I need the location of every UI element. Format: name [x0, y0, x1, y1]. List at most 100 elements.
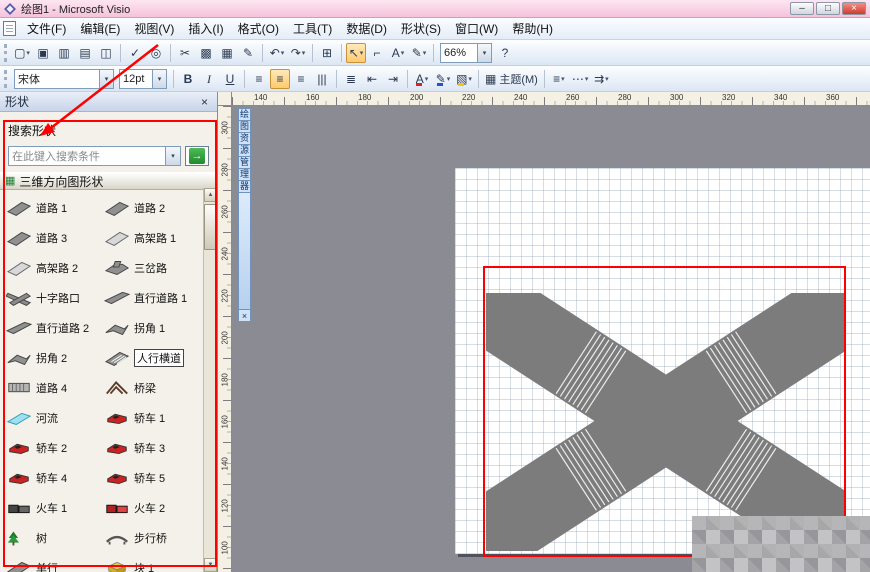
shape-list-scrollbar[interactable]: ▲ ▼ — [203, 188, 217, 572]
shape-item[interactable]: 轿车 1 — [103, 403, 201, 433]
shape-item[interactable]: 拐角 2 — [5, 343, 103, 373]
shape-item[interactable]: 单行 — [5, 553, 103, 572]
drawing-tools-button-dropdown-arrow-icon[interactable]: ▾ — [423, 49, 427, 57]
shape-item[interactable]: 火车 2 — [103, 493, 201, 523]
line-weight-button[interactable]: ≡▾ — [549, 69, 569, 89]
fill-color-button[interactable]: ▧▾ — [454, 69, 474, 89]
menu-item[interactable]: 工具(T) — [286, 18, 339, 39]
font-name-combo[interactable]: 宋体▾ — [14, 69, 114, 89]
font-color-button-dropdown-arrow-icon[interactable]: ▾ — [425, 75, 429, 83]
italic-button[interactable]: I — [199, 69, 219, 89]
line-weight-button-dropdown-arrow-icon[interactable]: ▾ — [561, 75, 565, 83]
open-button[interactable]: ▣ — [33, 43, 53, 63]
shapes-panel-close-icon[interactable]: × — [197, 94, 212, 109]
shape-item[interactable]: 桥梁 — [103, 373, 201, 403]
shape-item[interactable]: 高架路 2 — [5, 253, 103, 283]
undo-button-dropdown-arrow-icon[interactable]: ▾ — [281, 49, 285, 57]
scrollbar-thumb[interactable] — [204, 204, 217, 250]
drawing-tools-button[interactable]: ✎▾ — [409, 43, 429, 63]
font-size-combo[interactable]: 12pt▾ — [119, 69, 167, 89]
pointer-tool-button-dropdown-arrow-icon[interactable]: ▾ — [360, 49, 364, 57]
scroll-up-icon[interactable]: ▲ — [204, 188, 217, 202]
drawing-page[interactable] — [455, 168, 870, 554]
shape-item[interactable]: 轿车 2 — [5, 433, 103, 463]
menu-item[interactable]: 插入(I) — [181, 18, 230, 39]
drawing-window[interactable]: 绘图资源管理器 × — [232, 106, 870, 572]
maximize-button[interactable]: □ — [816, 2, 840, 15]
font-size-combo-dropdown-arrow-icon[interactable]: ▾ — [152, 70, 166, 88]
connector-tool-button[interactable]: ⌐ — [367, 43, 387, 63]
menu-item[interactable]: 形状(S) — [394, 18, 448, 39]
shape-item[interactable]: 步行桥 — [103, 523, 201, 553]
shape-item[interactable]: 道路 1 — [5, 193, 103, 223]
crossroad-shape-drawing[interactable] — [486, 293, 846, 551]
menu-item[interactable]: 编辑(E) — [73, 18, 127, 39]
line-color-button-dropdown-arrow-icon[interactable]: ▾ — [447, 75, 451, 83]
fill-color-button-dropdown-arrow-icon[interactable]: ▾ — [468, 75, 472, 83]
redo-button[interactable]: ↷▾ — [288, 43, 308, 63]
distribute-shapes-button[interactable]: ||| — [312, 69, 332, 89]
minimize-button[interactable]: – — [790, 2, 814, 15]
print-button[interactable]: ▤ — [75, 43, 95, 63]
copy-button[interactable]: ▩ — [196, 43, 216, 63]
line-ends-button-dropdown-arrow-icon[interactable]: ▾ — [605, 75, 609, 83]
shape-item[interactable]: 直行道路 2 — [5, 313, 103, 343]
bold-button[interactable]: B — [178, 69, 198, 89]
shape-item[interactable]: 树 — [5, 523, 103, 553]
shape-search-input[interactable]: 在此键入搜索条件 — [8, 146, 166, 166]
docked-window-tab[interactable]: 绘图资源管理器 × — [237, 109, 252, 322]
bullets-button[interactable]: ≣ — [341, 69, 361, 89]
font-name-combo-dropdown-arrow-icon[interactable]: ▾ — [99, 70, 113, 88]
line-pattern-button-dropdown-arrow-icon[interactable]: ▾ — [585, 75, 589, 83]
align-left-button[interactable]: ≡ — [249, 69, 269, 89]
menu-item[interactable]: 数据(D) — [339, 18, 394, 39]
increase-indent-button[interactable]: ⇥ — [383, 69, 403, 89]
menu-item[interactable]: 视图(V) — [127, 18, 181, 39]
toolbar-grip[interactable] — [4, 70, 8, 88]
theme-button[interactable]: ▦主题(M) — [483, 69, 540, 89]
save-button[interactable]: ▥ — [54, 43, 74, 63]
menu-item[interactable]: 窗口(W) — [448, 18, 505, 39]
redo-button-dropdown-arrow-icon[interactable]: ▾ — [302, 49, 306, 57]
font-color-button[interactable]: A▾ — [412, 69, 432, 89]
close-button[interactable]: × — [842, 2, 866, 15]
format-painter-button[interactable]: ✎ — [238, 43, 258, 63]
shape-item[interactable]: 道路 2 — [103, 193, 201, 223]
zoom-combo-dropdown-arrow-icon[interactable]: ▾ — [477, 44, 491, 62]
shape-item[interactable]: 轿车 5 — [103, 463, 201, 493]
shape-item[interactable]: 道路 4 — [5, 373, 103, 403]
stencil-header[interactable]: ▦ 三维方向图形状 — [0, 172, 217, 190]
shape-item[interactable]: 高架路 1 — [103, 223, 201, 253]
shape-item[interactable]: 块 1 — [103, 553, 201, 572]
pointer-tool-button[interactable]: ↖▾ — [346, 43, 366, 63]
help-button[interactable]: ? — [495, 43, 515, 63]
shape-item[interactable]: 轿车 4 — [5, 463, 103, 493]
drawing-document-icon[interactable] — [3, 21, 16, 36]
drawing-explorer-button[interactable]: ⊞ — [317, 43, 337, 63]
zoom-combo[interactable]: 66%▾ — [440, 43, 492, 63]
research-button[interactable]: ◎ — [146, 43, 166, 63]
decrease-indent-button[interactable]: ⇤ — [362, 69, 382, 89]
menu-item[interactable]: 文件(F) — [20, 18, 73, 39]
align-center-button[interactable]: ≡ — [270, 69, 290, 89]
menu-item[interactable]: 帮助(H) — [505, 18, 560, 39]
undo-button[interactable]: ↶▾ — [267, 43, 287, 63]
line-pattern-button[interactable]: ⋯▾ — [570, 69, 591, 89]
shape-item[interactable]: 十字路口 — [5, 283, 103, 313]
shape-item[interactable]: 直行道路 1 — [103, 283, 201, 313]
spelling-button[interactable]: ✓ — [125, 43, 145, 63]
print-preview-button[interactable]: ◫ — [96, 43, 116, 63]
title-bar[interactable]: 绘图1 - Microsoft Visio – □ × — [0, 0, 870, 18]
shape-item[interactable]: 火车 1 — [5, 493, 103, 523]
paste-button[interactable]: ▦ — [217, 43, 237, 63]
shape-item[interactable]: 轿车 3 — [103, 433, 201, 463]
cut-button[interactable]: ✂ — [175, 43, 195, 63]
text-tool-button[interactable]: A▾ — [388, 43, 408, 63]
shape-search-dropdown-arrow-icon[interactable]: ▾ — [166, 146, 181, 166]
scroll-down-icon[interactable]: ▼ — [204, 558, 217, 572]
underline-button[interactable]: U — [220, 69, 240, 89]
menu-item[interactable]: 格式(O) — [231, 18, 286, 39]
shape-search-go-button[interactable]: → — [185, 146, 209, 166]
shape-item[interactable]: 人行横道 — [103, 343, 201, 373]
shapes-panel-header[interactable]: 形状 × — [0, 92, 217, 112]
